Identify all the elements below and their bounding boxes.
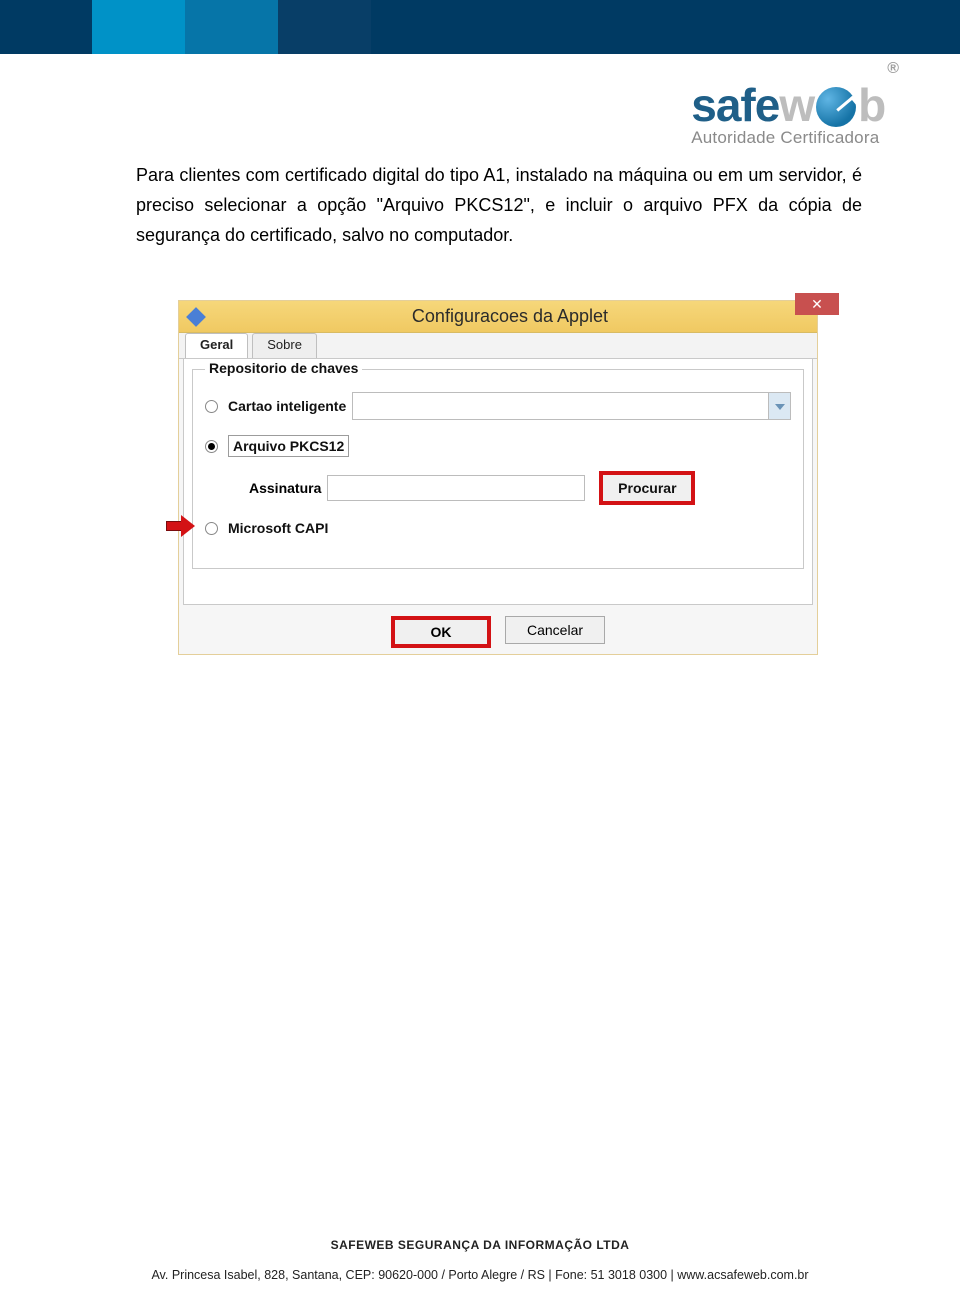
radio-pkcs12[interactable] bbox=[205, 440, 218, 453]
procurar-button[interactable]: Procurar bbox=[599, 471, 695, 505]
cartao-combobox[interactable] bbox=[352, 392, 791, 420]
footer-company: SAFEWEB SEGURANÇA DA INFORMAÇÃO LTDA bbox=[0, 1238, 960, 1252]
dialog-button-bar: OK Cancelar bbox=[179, 616, 817, 648]
assinatura-label: Assinatura bbox=[249, 480, 321, 496]
tab-strip: Geral Sobre bbox=[179, 333, 817, 359]
keystore-fieldset: Repositorio de chaves Cartao inteligente… bbox=[192, 369, 804, 569]
brand-tagline: Autoridade Certificadora bbox=[691, 128, 896, 148]
footer-address: Av. Princesa Isabel, 828, Santana, CEP: … bbox=[0, 1268, 960, 1282]
close-button[interactable]: ✕ bbox=[795, 293, 839, 315]
header-color-strip bbox=[0, 0, 960, 54]
callout-arrow-icon bbox=[166, 515, 196, 537]
brand-logo: safewb® Autoridade Certificadora bbox=[691, 78, 896, 148]
radio-cartao[interactable] bbox=[205, 400, 218, 413]
assinatura-input[interactable] bbox=[327, 475, 585, 501]
label-cartao: Cartao inteligente bbox=[228, 398, 346, 414]
radio-capi[interactable] bbox=[205, 522, 218, 535]
chevron-down-icon[interactable] bbox=[768, 393, 790, 419]
registered-mark: ® bbox=[887, 60, 898, 77]
fieldset-legend: Repositorio de chaves bbox=[205, 360, 362, 376]
ok-button[interactable]: OK bbox=[391, 616, 491, 648]
titlebar: Configuracoes da Applet ✕ bbox=[179, 301, 817, 333]
intro-paragraph: Para clientes com certificado digital do… bbox=[136, 160, 862, 250]
page-footer: SAFEWEB SEGURANÇA DA INFORMAÇÃO LTDA Av.… bbox=[0, 1238, 960, 1282]
applet-config-dialog: Configuracoes da Applet ✕ Geral Sobre Re… bbox=[178, 300, 818, 655]
cancel-button[interactable]: Cancelar bbox=[505, 616, 605, 644]
label-pkcs12: Arquivo PKCS12 bbox=[233, 438, 344, 454]
tab-sobre[interactable]: Sobre bbox=[252, 333, 317, 358]
globe-icon bbox=[816, 87, 856, 127]
tab-geral[interactable]: Geral bbox=[185, 333, 248, 358]
label-capi: Microsoft CAPI bbox=[228, 520, 328, 536]
dialog-title: Configuracoes da Applet bbox=[203, 306, 817, 327]
